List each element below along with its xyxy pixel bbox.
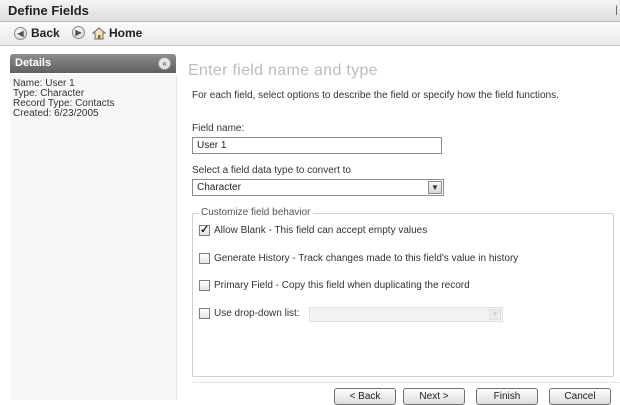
allow-blank-option[interactable]: ✓ Allow Blank - This field can accept em…	[199, 224, 428, 236]
details-header: Details «	[10, 54, 176, 73]
back-button[interactable]: ◀ Back	[14, 26, 60, 40]
forward-arrow-icon: ▶	[72, 26, 85, 39]
page-title: Enter field name and type	[188, 62, 378, 79]
details-panel: Details « Name: User 1 Type: Character R…	[10, 54, 177, 400]
details-title: Details	[15, 57, 52, 69]
use-dropdown-checkbox[interactable]	[199, 308, 210, 319]
instructions-text: For each field, select options to descri…	[192, 90, 559, 101]
data-type-label: Select a field data type to convert to	[192, 165, 351, 176]
primary-field-checkbox[interactable]	[199, 280, 210, 291]
forward-button[interactable]: ▶	[72, 26, 85, 39]
finish-button[interactable]: Finish	[476, 388, 538, 405]
back-label: Back	[31, 26, 60, 40]
wizard-back-button[interactable]: < Back	[334, 388, 396, 405]
title-bar: Define Fields |	[0, 0, 620, 22]
chevron-down-icon[interactable]: ▼	[428, 181, 442, 194]
main-content: Enter field name and type For each field…	[186, 54, 620, 405]
cancel-button[interactable]: Cancel	[549, 388, 611, 405]
button-divider	[192, 382, 620, 383]
group-label: Customize field behavior	[199, 207, 313, 218]
use-dropdown-label: Use drop-down list:	[214, 308, 300, 319]
back-arrow-icon: ◀	[14, 26, 27, 40]
generate-history-option[interactable]: Generate History - Track changes made to…	[199, 253, 518, 264]
use-dropdown-option[interactable]: Use drop-down list:	[199, 308, 300, 319]
primary-field-label: Primary Field - Copy this field when dup…	[214, 280, 470, 291]
primary-field-option[interactable]: Primary Field - Copy this field when dup…	[199, 280, 470, 291]
collapse-icon[interactable]: «	[158, 57, 171, 70]
window-edge-marker: |	[615, 5, 618, 16]
checkmark-icon: ✓	[200, 224, 210, 236]
detail-created: Created: 6/23/2005	[13, 108, 99, 119]
allow-blank-checkbox[interactable]: ✓	[199, 224, 210, 236]
data-type-value: Character	[197, 182, 241, 193]
field-name-label: Field name:	[192, 123, 245, 134]
customize-behavior-group: Customize field behavior ✓ Allow Blank -…	[192, 207, 614, 377]
home-label: Home	[109, 26, 143, 40]
generate-history-label: Generate History - Track changes made to…	[214, 253, 519, 264]
home-button[interactable]: Home	[92, 26, 142, 40]
field-name-input[interactable]	[192, 137, 442, 154]
allow-blank-label: Allow Blank - This field can accept empt…	[214, 225, 428, 236]
next-button[interactable]: Next >	[403, 388, 465, 405]
home-icon	[92, 26, 106, 39]
dropdown-list-select: ▼	[309, 307, 503, 322]
data-type-select[interactable]: Character ▼	[192, 179, 444, 196]
window-title: Define Fields	[8, 3, 89, 18]
navigation-bar: ◀ Back ▶ Home	[0, 22, 620, 46]
generate-history-checkbox[interactable]	[199, 253, 210, 264]
details-body: Name: User 1 Type: Character Record Type…	[10, 75, 177, 400]
chevron-down-icon: ▼	[489, 309, 501, 320]
